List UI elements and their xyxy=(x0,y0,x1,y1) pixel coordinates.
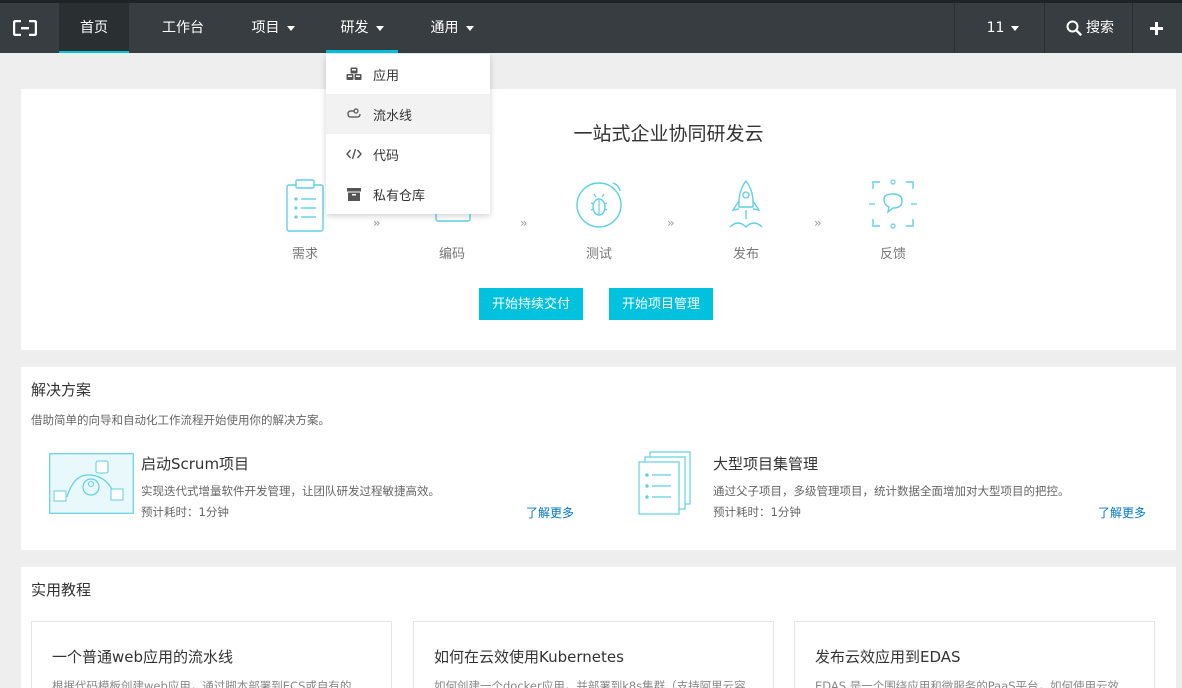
rocket-icon xyxy=(711,177,781,233)
solution-title: 大型项目集管理 xyxy=(713,455,819,473)
menu-item-label: 应用 xyxy=(373,68,400,84)
feedback-icon xyxy=(858,177,928,233)
nav-separator xyxy=(1044,3,1045,53)
solutions-desc: 借助简单的向导和自动化工作流程开始使用你的解决方案。 xyxy=(31,413,330,427)
solution-time: 预计耗时：1分钟 xyxy=(713,505,801,519)
tutorial-text: EDAS 是一个围绕应用和微服务的PaaS平台，如何使用云效 xyxy=(815,679,1120,688)
solution-program-management[interactable]: 大型项目集管理 通过父子项目，多级管理项目，统计数据全面增加对大型项目的把控。 … xyxy=(638,451,1158,533)
chevron-down-icon xyxy=(286,25,295,31)
search-icon xyxy=(1066,20,1082,36)
learn-more-link[interactable]: 了解更多 xyxy=(1098,504,1146,521)
cubes-icon xyxy=(346,66,362,82)
top-navbar: 首页 工作台 项目 研发 通用 11 搜索 xyxy=(0,0,1182,53)
nav-general[interactable]: 通用 xyxy=(416,3,488,53)
solutions-panel: 解决方案 借助简单的向导和自动化工作流程开始使用你的解决方案。 启动Scrum项… xyxy=(21,367,1176,550)
chevron-down-icon xyxy=(465,25,474,31)
nav-projects-label: 项目 xyxy=(251,20,280,36)
solution-title: 启动Scrum项目 xyxy=(141,455,250,473)
pipeline-icon xyxy=(346,106,362,122)
step-label: 发布 xyxy=(732,247,759,262)
tutorial-text: 根据代码模板创建web应用，通过脚本部署到ECS或自有的 xyxy=(52,679,352,688)
learn-more-link[interactable]: 了解更多 xyxy=(526,504,574,521)
nav-projects[interactable]: 项目 xyxy=(237,3,309,53)
nav-dev-active-indicator xyxy=(326,50,398,53)
tutorial-title: 发布云效应用到EDAS xyxy=(815,648,961,666)
start-project-management-button[interactable]: 开始项目管理 xyxy=(609,288,714,320)
tutorials-panel: 实用教程 一个普通web应用的流水线 根据代码模板创建web应用，通过脚本部署到… xyxy=(21,567,1176,688)
nav-separator xyxy=(1132,3,1133,53)
nav-workbench[interactable]: 工作台 xyxy=(148,3,218,53)
logo-icon xyxy=(13,20,37,36)
archive-icon xyxy=(346,186,362,202)
nav-separator xyxy=(954,3,955,53)
add-button[interactable] xyxy=(1136,3,1176,53)
scrum-illustration-icon xyxy=(49,453,134,518)
nav-general-label: 通用 xyxy=(430,20,459,36)
tutorial-text: 如何创建一个docker应用，并部署到k8s集群（支持阿里云容 xyxy=(434,679,746,688)
chevron-double-right-icon: ›› xyxy=(667,216,674,230)
code-icon xyxy=(346,146,362,162)
tutorial-title: 如何在云效使用Kubernetes xyxy=(434,648,624,666)
tutorial-card[interactable]: 一个普通web应用的流水线 根据代码模板创建web应用，通过脚本部署到ECS或自… xyxy=(31,621,392,688)
nav-workbench-label: 工作台 xyxy=(162,20,204,36)
menu-item-private-repo[interactable]: 私有仓库 xyxy=(326,174,490,214)
bug-icon xyxy=(564,177,634,233)
search-label: 搜索 xyxy=(1086,20,1114,36)
user-name: 11 xyxy=(986,20,1005,36)
hero-panel: 一站式企业协同研发云 需求 ›› 编码 ›› 测试 ›› 发布 ›› 反馈 开始… xyxy=(21,89,1176,350)
menu-item-label: 代码 xyxy=(373,148,400,164)
solution-scrum[interactable]: 启动Scrum项目 实现迭代式增量软件开发管理，让团队研发过程敏捷高效。 预计耗… xyxy=(49,453,589,533)
solution-time: 预计耗时：1分钟 xyxy=(141,505,229,519)
chevron-double-right-icon: ›› xyxy=(373,216,380,230)
nav-home-label: 首页 xyxy=(80,20,108,36)
aliyun-logo[interactable] xyxy=(0,3,50,53)
start-continuous-delivery-button[interactable]: 开始持续交付 xyxy=(479,288,584,320)
tutorial-card[interactable]: 发布云效应用到EDAS EDAS 是一个围绕应用和微服务的PaaS平台，如何使用… xyxy=(794,621,1155,688)
step-testing: 测试 xyxy=(564,177,634,262)
step-label: 测试 xyxy=(585,247,612,262)
documents-stack-icon xyxy=(638,451,692,521)
search-button[interactable]: 搜索 xyxy=(1050,3,1130,53)
tutorials-title: 实用教程 xyxy=(31,581,92,599)
plus-icon xyxy=(1149,21,1163,35)
nav-dev-label: 研发 xyxy=(340,20,369,36)
user-menu[interactable]: 11 xyxy=(970,3,1036,53)
menu-item-label: 流水线 xyxy=(373,108,413,124)
step-release: 发布 xyxy=(711,177,781,262)
chevron-double-right-icon: ›› xyxy=(814,216,821,230)
menu-item-label: 私有仓库 xyxy=(373,188,426,204)
chevron-down-icon xyxy=(1011,25,1020,31)
step-label: 反馈 xyxy=(879,247,906,262)
solution-text: 实现迭代式增量软件开发管理，让团队研发过程敏捷高效。 xyxy=(141,484,440,498)
step-feedback: 反馈 xyxy=(858,177,928,262)
solution-text: 通过父子项目，多级管理项目，统计数据全面增加对大型项目的把控。 xyxy=(713,484,1070,498)
hero-title: 一站式企业协同研发云 xyxy=(573,123,764,145)
nav-dev[interactable]: 研发 xyxy=(326,3,398,53)
chevron-down-icon xyxy=(375,25,384,31)
chevron-double-right-icon: ›› xyxy=(520,216,527,230)
dev-dropdown-menu: 应用 流水线 代码 私有仓库 xyxy=(326,54,490,214)
menu-item-apps[interactable]: 应用 xyxy=(326,54,490,94)
step-label: 编码 xyxy=(438,247,465,262)
menu-item-pipeline[interactable]: 流水线 xyxy=(326,94,490,134)
solutions-title: 解决方案 xyxy=(31,381,92,399)
nav-home[interactable]: 首页 xyxy=(59,3,129,53)
tutorial-title: 一个普通web应用的流水线 xyxy=(52,648,234,666)
step-label: 需求 xyxy=(291,247,318,262)
menu-item-code[interactable]: 代码 xyxy=(326,134,490,174)
tutorial-card[interactable]: 如何在云效使用Kubernetes 如何创建一个docker应用，并部署到k8s… xyxy=(413,621,774,688)
